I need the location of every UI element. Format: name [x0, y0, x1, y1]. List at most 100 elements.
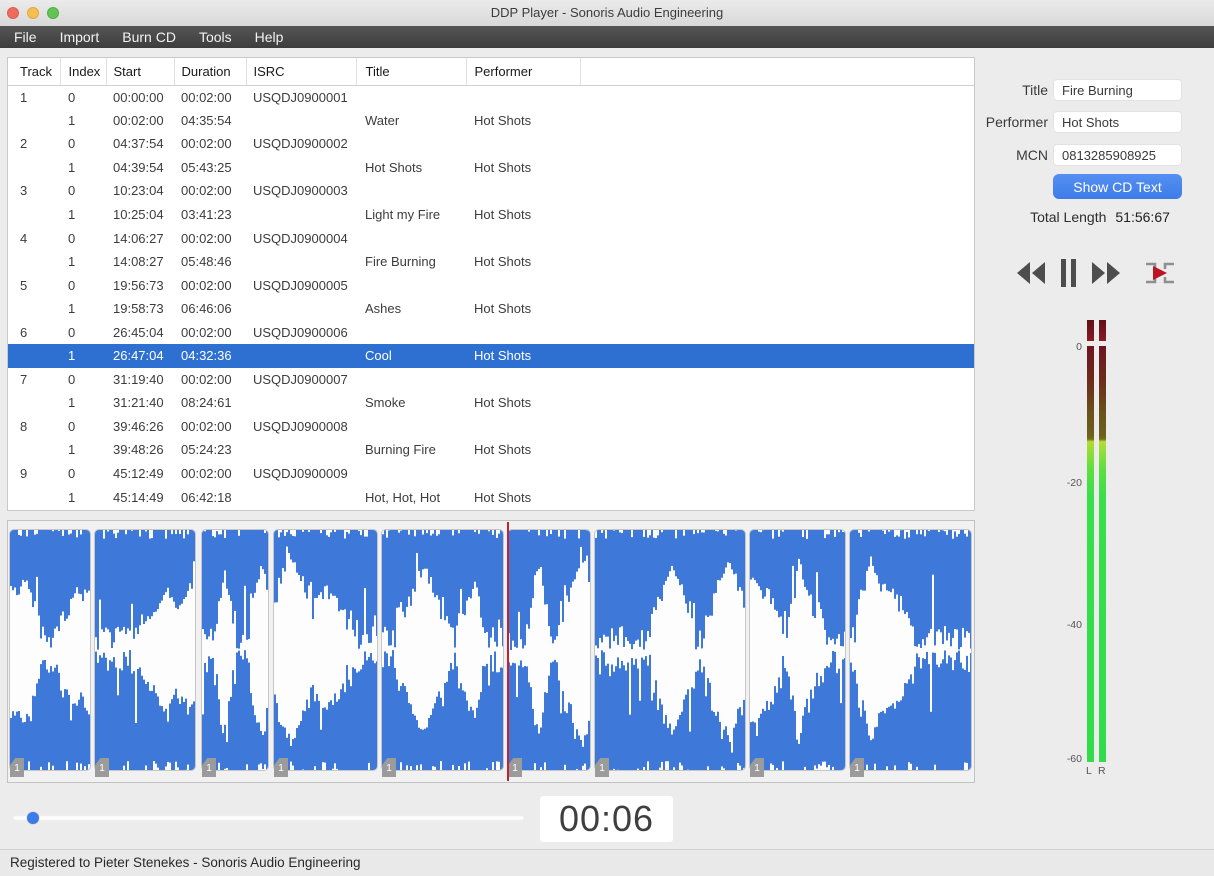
cell-spacer — [580, 132, 974, 156]
cell-performer — [466, 320, 580, 344]
cell-track: 7 — [20, 371, 28, 387]
waveform-graphic — [202, 530, 268, 770]
column-header-duration[interactable]: Duration — [174, 58, 247, 86]
app-window: DDP Player - Sonoris Audio Engineering F… — [0, 0, 1214, 876]
table-row[interactable]: 4 0 14:06:27 00:02:00 USQDJ0900004 — [8, 226, 974, 250]
cell-track: 9 — [20, 466, 28, 482]
cell-duration: 05:48:46 — [181, 254, 232, 270]
cell-title: Light my Fire — [365, 207, 441, 222]
cell-index: 0 — [68, 324, 76, 340]
menu-item-file[interactable]: File — [14, 29, 37, 45]
cell-performer — [466, 85, 580, 109]
table-row[interactable]: 1 26:47:04 04:32:36 Cool Hot Shots — [8, 344, 974, 368]
cell-index: 1 — [68, 442, 76, 458]
column-header-track[interactable]: Track — [8, 58, 61, 86]
show-cd-text-button[interactable]: Show CD Text — [1053, 174, 1182, 199]
performer-field[interactable] — [1053, 111, 1182, 133]
waveform-segment[interactable] — [749, 529, 846, 771]
waveform-segment[interactable] — [201, 529, 269, 771]
waveform-graphic — [850, 530, 971, 770]
waveform-panel: 111111111 — [7, 520, 975, 783]
waveform-segment[interactable] — [9, 529, 91, 771]
table-row[interactable]: 1 04:39:54 05:43:25 Hot Shots Hot Shots — [8, 156, 974, 180]
window-title: DDP Player - Sonoris Audio Engineering — [490, 5, 724, 20]
cell-performer: Hot Shots — [474, 395, 532, 411]
cell-start: 14:08:27 — [113, 254, 164, 270]
seek-slider-thumb[interactable] — [27, 812, 39, 824]
menu-item-burn-cd[interactable]: Burn CD — [122, 29, 176, 45]
vu-meter-right — [1099, 320, 1106, 762]
mcn-field[interactable] — [1053, 144, 1182, 166]
table-row[interactable]: 1 39:48:26 05:24:23 Burning Fire Hot Shots — [8, 438, 974, 462]
cell-spacer — [580, 368, 974, 392]
title-field[interactable] — [1053, 79, 1182, 101]
cell-isrc: USQDJ0900003 — [253, 183, 348, 199]
menu-item-help[interactable]: Help — [255, 29, 284, 45]
cell-track — [8, 250, 60, 274]
cell-track: 1 — [20, 89, 28, 105]
table-row[interactable]: 3 0 10:23:04 00:02:00 USQDJ0900003 — [8, 179, 974, 203]
track-table: Track Index Start Duration ISRC Title Performe… — [8, 58, 974, 509]
table-row[interactable]: 1 0 00:00:00 00:02:00 USQDJ0900001 — [8, 85, 974, 109]
table-row[interactable]: 2 0 04:37:54 00:02:00 USQDJ0900002 — [8, 132, 974, 156]
cell-track — [8, 485, 60, 509]
table-row[interactable]: 1 31:21:40 08:24:61 Smoke Hot Shots — [8, 391, 974, 415]
cell-title — [356, 320, 466, 344]
playhead[interactable] — [507, 522, 509, 781]
table-row[interactable]: 6 0 26:45:04 00:02:00 USQDJ0900006 — [8, 320, 974, 344]
column-header-title[interactable]: Title — [356, 58, 467, 86]
table-row[interactable]: 9 0 45:12:49 00:02:00 USQDJ0900009 — [8, 462, 974, 486]
seek-slider-track[interactable] — [12, 815, 525, 821]
cell-duration: 06:46:06 — [181, 301, 232, 317]
cell-index: 0 — [68, 466, 76, 482]
total-length-label: Total Length — [1030, 209, 1107, 225]
table-row[interactable]: 1 19:58:73 06:46:06 Ashes Hot Shots — [8, 297, 974, 321]
cell-title: Fire Burning — [365, 254, 436, 270]
column-header-isrc[interactable]: ISRC — [246, 58, 357, 86]
pause-button[interactable] — [1057, 257, 1080, 289]
table-row[interactable]: 1 10:25:04 03:41:23 Light my Fire Hot Shots — [8, 203, 974, 227]
menu-item-tools[interactable]: Tools — [199, 29, 232, 45]
table-row[interactable]: 5 0 19:56:73 00:02:00 USQDJ0900005 — [8, 273, 974, 297]
cell-duration: 03:41:23 — [181, 207, 232, 222]
menu-item-import[interactable]: Import — [60, 29, 100, 45]
column-header-spacer[interactable] — [580, 58, 974, 86]
cell-start: 45:14:49 — [113, 489, 164, 505]
cell-isrc: USQDJ0900008 — [253, 418, 348, 434]
waveform-segment[interactable] — [273, 529, 378, 771]
column-header-index[interactable]: Index — [60, 58, 107, 86]
waveform-segment[interactable] — [381, 529, 504, 771]
cell-track: 4 — [20, 230, 28, 246]
cell-isrc — [246, 344, 356, 368]
cell-index: 0 — [68, 418, 76, 434]
rewind-button[interactable] — [1014, 260, 1048, 286]
waveform-segment[interactable] — [594, 529, 746, 771]
cell-duration: 00:02:00 — [181, 324, 232, 340]
pause-icon — [1061, 259, 1076, 287]
cell-duration: 00:02:00 — [181, 277, 232, 293]
table-row[interactable]: 1 45:14:49 06:42:18 Hot, Hot, Hot Hot Shots — [8, 485, 974, 509]
column-header-start[interactable]: Start — [106, 58, 175, 86]
fast-forward-button[interactable] — [1089, 260, 1123, 286]
cell-spacer — [580, 344, 974, 368]
waveform-segment[interactable] — [94, 529, 196, 771]
cell-performer: Hot Shots — [474, 159, 532, 175]
cell-index: 1 — [68, 254, 76, 270]
cell-track — [8, 203, 60, 227]
cell-title: Smoke — [365, 395, 406, 411]
waveform-segment[interactable] — [849, 529, 972, 771]
cell-isrc — [246, 203, 356, 227]
table-row[interactable]: 8 0 39:46:26 00:02:00 USQDJ0900008 — [8, 415, 974, 439]
table-row[interactable]: 1 00:02:00 04:35:54 Water Hot Shots — [8, 109, 974, 133]
cell-spacer — [580, 226, 974, 250]
cell-title: Cool — [365, 348, 392, 364]
cell-title: Ashes — [365, 301, 402, 317]
table-row[interactable]: 7 0 31:19:40 00:02:00 USQDJ0900007 — [8, 368, 974, 392]
cell-track: 3 — [20, 183, 28, 199]
play-between-markers-button[interactable] — [1142, 256, 1178, 290]
registration-text: Registered to Pieter Stenekes - Sonoris … — [10, 855, 361, 870]
waveform-segment[interactable] — [507, 529, 591, 771]
column-header-performer[interactable]: Performer — [466, 58, 581, 86]
cell-performer — [466, 179, 580, 203]
table-row[interactable]: 1 14:08:27 05:48:46 Fire Burning Hot Shots — [8, 250, 974, 274]
